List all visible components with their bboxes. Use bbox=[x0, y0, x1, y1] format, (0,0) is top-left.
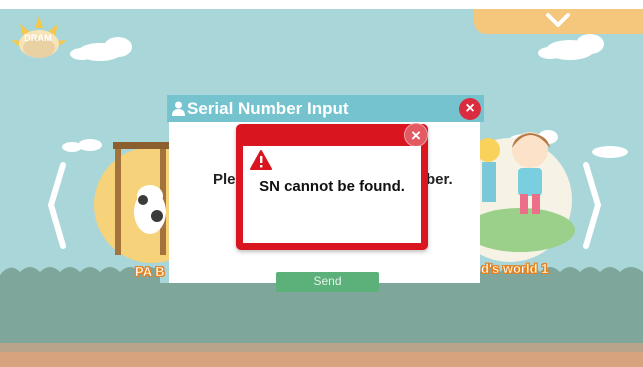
app-screen: DRAM PA B d's world 1 Serial Number Inpu… bbox=[0, 0, 643, 367]
user-icon bbox=[172, 101, 185, 116]
send-button[interactable]: Send bbox=[276, 272, 379, 292]
warning-icon bbox=[250, 150, 272, 170]
prompt-text-end: ber. bbox=[426, 171, 453, 188]
prompt-text-start: Ple bbox=[213, 171, 236, 188]
dialog-title: Serial Number Input bbox=[187, 99, 349, 118]
alert-message: SN cannot be found. bbox=[259, 178, 405, 195]
error-alert: × SN cannot be found. bbox=[236, 123, 428, 250]
alert-close-button[interactable]: × bbox=[404, 123, 428, 147]
dialog-header: Serial Number Input × bbox=[167, 95, 484, 122]
chevron-down-icon[interactable] bbox=[545, 11, 571, 31]
dialog-close-button[interactable]: × bbox=[459, 98, 481, 120]
carousel-right-label[interactable]: d's world 1 bbox=[481, 261, 549, 277]
top-menu-bar[interactable] bbox=[474, 9, 643, 34]
carousel-left-label[interactable]: PA B bbox=[135, 264, 165, 280]
logo-text: DRAM bbox=[24, 33, 52, 43]
